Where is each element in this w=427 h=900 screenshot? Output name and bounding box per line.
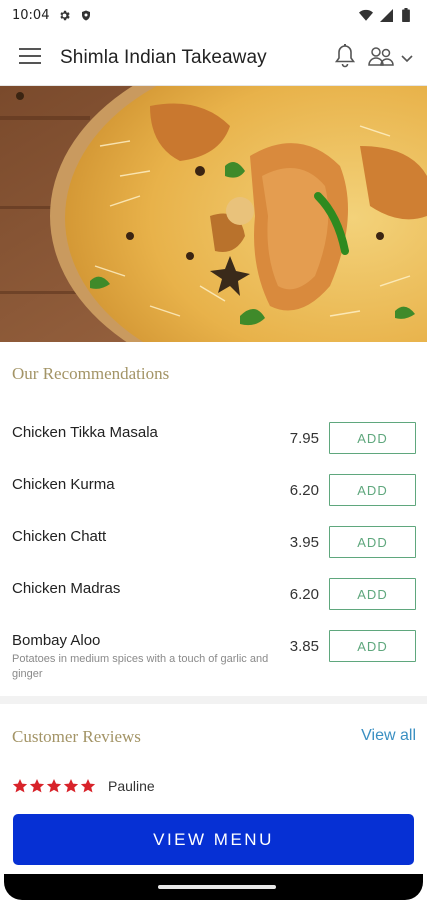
shield-icon [79,8,93,22]
add-button[interactable]: ADD [329,474,416,506]
nav-bar-background [4,874,423,900]
item-price: 3.85 [289,638,319,655]
star-icon [46,778,62,794]
item-price: 7.95 [289,430,319,447]
item-name: Bombay Aloo [12,632,101,649]
item-name: Chicken Chatt [12,528,107,545]
wifi-icon [359,8,373,22]
item-name: Chicken Madras [12,580,121,597]
star-icon [12,778,28,794]
menu-icon [19,47,41,68]
home-gesture-handle[interactable] [158,885,276,889]
star-icon [80,778,96,794]
list-item: Chicken Kurma 6.20 ADD [0,462,427,514]
star-icon [63,778,79,794]
biryani-image [0,86,427,342]
item-price: 3.95 [289,534,319,551]
view-menu-button[interactable]: VIEW MENU [13,814,414,865]
add-button[interactable]: ADD [329,630,416,662]
recommendations-list: Chicken Tikka Masala 7.95 ADD Chicken Ku… [0,410,427,682]
add-button[interactable]: ADD [329,422,416,454]
signal-icon [379,8,393,22]
list-item: Chicken Madras 6.20 ADD [0,566,427,618]
recommendations-title: Our Recommendations [12,364,170,383]
hero-image [0,86,427,342]
reviews-title: Customer Reviews [12,727,141,746]
people-icon [367,45,395,71]
item-name: Chicken Kurma [12,476,115,493]
app-title: Shimla Indian Takeaway [60,46,267,68]
bell-icon [333,43,357,73]
status-right [359,8,413,22]
section-divider [0,696,427,704]
battery-icon [399,8,413,22]
notifications-button[interactable] [333,42,357,74]
star-icon [29,778,45,794]
add-button[interactable]: ADD [329,526,416,558]
item-description: Potatoes in medium spices with a touch o… [12,653,269,680]
menu-button[interactable] [0,30,60,86]
view-all-reviews-link[interactable]: View all [361,727,416,745]
star-rating [12,778,96,794]
item-price: 6.20 [289,482,319,499]
list-item: Chicken Tikka Masala 7.95 ADD [0,410,427,462]
list-item: Bombay Aloo Potatoes in medium spices wi… [0,618,427,682]
app-actions [333,42,427,74]
chevron-down-icon [401,48,413,67]
status-left: 10:04 [12,8,93,23]
item-price: 6.20 [289,586,319,603]
account-button[interactable] [367,42,413,74]
status-bar: 10:04 [0,0,427,30]
review-row: Pauline [12,778,155,794]
settings-icon [57,8,71,22]
status-time: 10:04 [12,7,50,23]
item-name: Chicken Tikka Masala [12,424,158,441]
add-button[interactable]: ADD [329,578,416,610]
system-nav-bar [0,874,427,900]
list-item: Chicken Chatt 3.95 ADD [0,514,427,566]
app-bar: Shimla Indian Takeaway [0,30,427,86]
reviewer-name: Pauline [108,778,155,794]
